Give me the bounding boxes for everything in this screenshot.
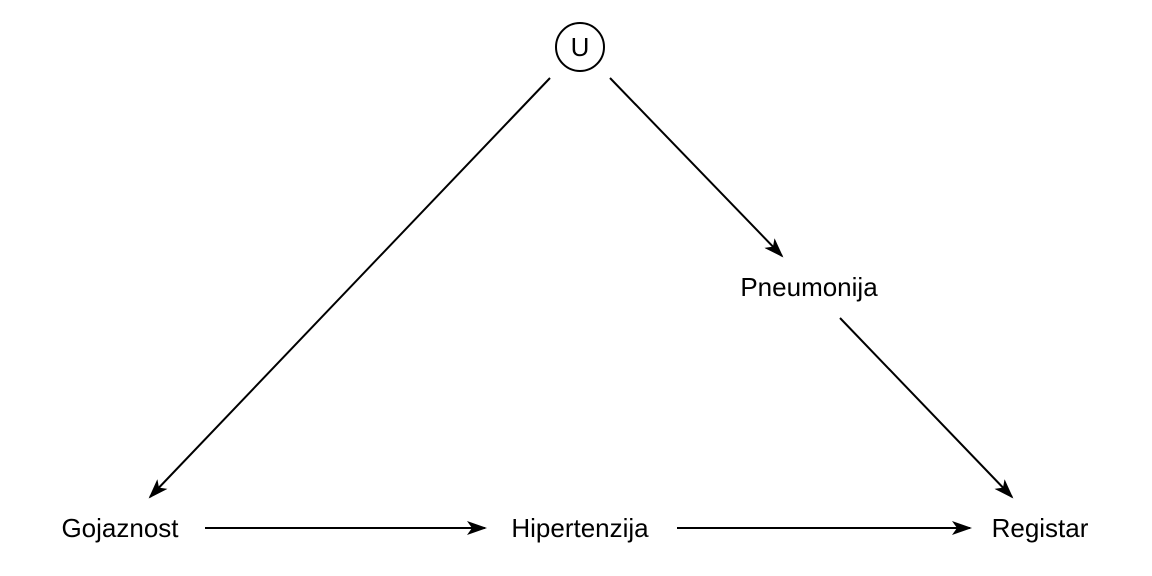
node-u-label: U xyxy=(571,32,590,62)
edges xyxy=(148,77,1014,535)
edge-pneumonija-to-registar xyxy=(839,317,1014,499)
node-registar-label: Registar xyxy=(992,513,1089,543)
node-hipertenzija-label: Hipertenzija xyxy=(511,513,649,543)
dag-diagram: U Pneumonija Gojaznost Hipertenzija Regi… xyxy=(61,22,1089,543)
edge-u-to-pneumonija xyxy=(609,77,784,258)
node-u: U xyxy=(555,22,605,72)
edge-u-to-gojaznost xyxy=(148,77,551,499)
node-gojaznost-label: Gojaznost xyxy=(61,513,179,543)
node-pneumonija-label: Pneumonija xyxy=(740,272,878,302)
